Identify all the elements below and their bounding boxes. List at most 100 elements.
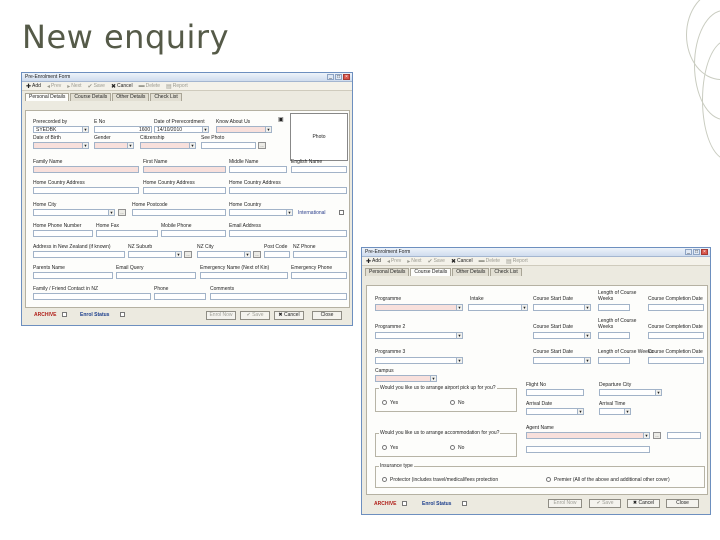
prerecorded-by-field[interactable]: SYEDBK ▼ xyxy=(33,126,89,133)
tab-other-details[interactable]: Other Details xyxy=(112,93,150,101)
course-start-date3-field[interactable]: ▼ xyxy=(533,357,591,364)
enrol-now-button[interactable]: Enrol Now xyxy=(206,311,236,320)
nz-suburb-field[interactable]: ▼ xyxy=(128,251,182,258)
nz-city-field[interactable]: ▼ xyxy=(197,251,251,258)
course-completion-date-field[interactable] xyxy=(648,304,704,311)
comments-field[interactable] xyxy=(210,293,347,300)
date-of-prerecordment-field[interactable]: 14/10/2010 ▼ xyxy=(154,126,209,133)
accommodation-no-radio[interactable] xyxy=(450,445,455,450)
campus-field[interactable]: ▼ xyxy=(375,375,437,382)
toolbar-cancel-button[interactable]: ✖ Cancel xyxy=(111,83,133,90)
international-checkbox[interactable] xyxy=(339,210,344,215)
tab-course-details[interactable]: Course Details xyxy=(70,93,112,101)
programme3-field[interactable]: ▼ xyxy=(375,357,463,364)
arrival-time-field[interactable]: ▼ xyxy=(599,408,631,415)
archive-checkbox[interactable] xyxy=(402,501,407,506)
toolbar-next-button[interactable]: ▸ Next xyxy=(67,83,81,90)
enrol-now-button[interactable]: Enrol Now xyxy=(548,499,582,508)
enrol-status-checkbox[interactable] xyxy=(120,312,125,317)
see-photo-field[interactable] xyxy=(201,142,256,149)
emergency-name-field[interactable] xyxy=(200,272,288,279)
toolbar-prev-button[interactable]: ◂ Prev xyxy=(387,258,401,265)
length-of-course-weeks2-field[interactable] xyxy=(598,332,630,339)
programme2-field[interactable]: ▼ xyxy=(375,332,463,339)
close-button[interactable]: Close xyxy=(666,499,699,508)
tab-personal-details[interactable]: Personal Details xyxy=(25,93,70,101)
home-country-address2-field[interactable] xyxy=(143,187,226,194)
tab-check-list[interactable]: Check List xyxy=(490,268,522,276)
tab-personal-details[interactable]: Personal Details xyxy=(365,268,410,276)
home-city-field[interactable]: ▼ xyxy=(33,209,115,216)
family-contact-field[interactable] xyxy=(33,293,151,300)
minimize-icon[interactable]: _ xyxy=(685,249,692,255)
cancel-button[interactable]: ✖ Cancel xyxy=(274,311,304,320)
family-name-field[interactable] xyxy=(33,166,139,173)
home-country-address3-field[interactable] xyxy=(229,187,347,194)
agent-browse-button[interactable]: ... xyxy=(653,432,661,439)
home-fax-field[interactable] xyxy=(96,230,158,237)
minimize-icon[interactable]: _ xyxy=(327,74,334,80)
know-about-us-field[interactable]: ▼ xyxy=(216,126,272,133)
email-address-field[interactable] xyxy=(229,230,347,237)
close-icon[interactable]: × xyxy=(343,74,350,80)
departure-city-field[interactable]: ▼ xyxy=(599,389,662,396)
home-postcode-field[interactable] xyxy=(132,209,226,216)
programme-field[interactable]: ▼ xyxy=(375,304,463,311)
toolbar-report-button[interactable]: ▤ Report xyxy=(506,258,528,265)
post-code-field[interactable] xyxy=(264,251,290,258)
tab-check-list[interactable]: Check List xyxy=(150,93,182,101)
toolbar-save-button[interactable]: ✔ Save xyxy=(428,258,445,265)
intake-field[interactable]: ▼ xyxy=(468,304,528,311)
middle-name-field[interactable] xyxy=(229,166,287,173)
toolbar-report-button[interactable]: ▤ Report xyxy=(166,83,188,90)
home-phone-number-field[interactable] xyxy=(33,230,93,237)
arrival-date-field[interactable]: ▼ xyxy=(526,408,584,415)
e-no-field[interactable]: 1600 xyxy=(94,126,152,133)
address-nz-field[interactable] xyxy=(33,251,125,258)
toolbar-add-button[interactable]: ✚ Add xyxy=(366,258,381,265)
browse-photo-button[interactable]: ... xyxy=(258,142,266,149)
nz-city-browse-button[interactable]: ... xyxy=(253,251,261,258)
home-country-field[interactable]: ▼ xyxy=(229,209,293,216)
tab-other-details[interactable]: Other Details xyxy=(452,268,490,276)
toolbar-next-button[interactable]: ▸ Next xyxy=(407,258,421,265)
nz-phone-field[interactable] xyxy=(293,251,347,258)
agent-detail-field[interactable] xyxy=(526,446,650,453)
flight-no-field[interactable] xyxy=(526,389,584,396)
home-city-browse-button[interactable]: ... xyxy=(118,209,126,216)
mobile-phone-field[interactable] xyxy=(161,230,226,237)
home-country-address-field[interactable] xyxy=(33,187,139,194)
airport-yes-radio[interactable] xyxy=(382,400,387,405)
course-start-date-field[interactable]: ▼ xyxy=(533,304,591,311)
first-name-field[interactable] xyxy=(143,166,226,173)
agent-name-field[interactable]: ▼ xyxy=(526,432,650,439)
close-button[interactable]: Close xyxy=(312,311,342,320)
maximize-icon[interactable]: □ xyxy=(335,74,342,80)
maximize-icon[interactable]: □ xyxy=(693,249,700,255)
airport-no-radio[interactable] xyxy=(450,400,455,405)
enrol-status-checkbox[interactable] xyxy=(462,501,467,506)
phone-field[interactable] xyxy=(154,293,206,300)
course-completion-date2-field[interactable] xyxy=(648,332,704,339)
citizenship-field[interactable]: ▼ xyxy=(140,142,196,149)
course-start-date2-field[interactable]: ▼ xyxy=(533,332,591,339)
accommodation-yes-radio[interactable] xyxy=(382,445,387,450)
picture-icon[interactable]: ▣ xyxy=(278,116,284,123)
photo-box[interactable]: Photo xyxy=(290,113,348,161)
length-of-course-weeks-field[interactable] xyxy=(598,304,630,311)
toolbar-delete-button[interactable]: ▬ Delete xyxy=(479,258,500,264)
nz-suburb-browse-button[interactable]: ... xyxy=(184,251,192,258)
toolbar-delete-button[interactable]: ▬ Delete xyxy=(139,83,160,89)
gender-field[interactable]: ▼ xyxy=(94,142,134,149)
english-name-field[interactable] xyxy=(291,166,347,173)
save-button[interactable]: ✔ Save xyxy=(589,499,621,508)
date-of-birth-field[interactable]: ▼ xyxy=(33,142,89,149)
emergency-phone-field[interactable] xyxy=(291,272,347,279)
tab-course-details[interactable]: Course Details xyxy=(410,268,452,276)
cancel-button[interactable]: ✖ Cancel xyxy=(627,499,660,508)
save-button[interactable]: ✔ Save xyxy=(240,311,270,320)
agent-extra-field[interactable] xyxy=(667,432,701,439)
close-icon[interactable]: × xyxy=(701,249,708,255)
insurance-protector-radio[interactable] xyxy=(382,477,387,482)
insurance-premier-radio[interactable] xyxy=(546,477,551,482)
